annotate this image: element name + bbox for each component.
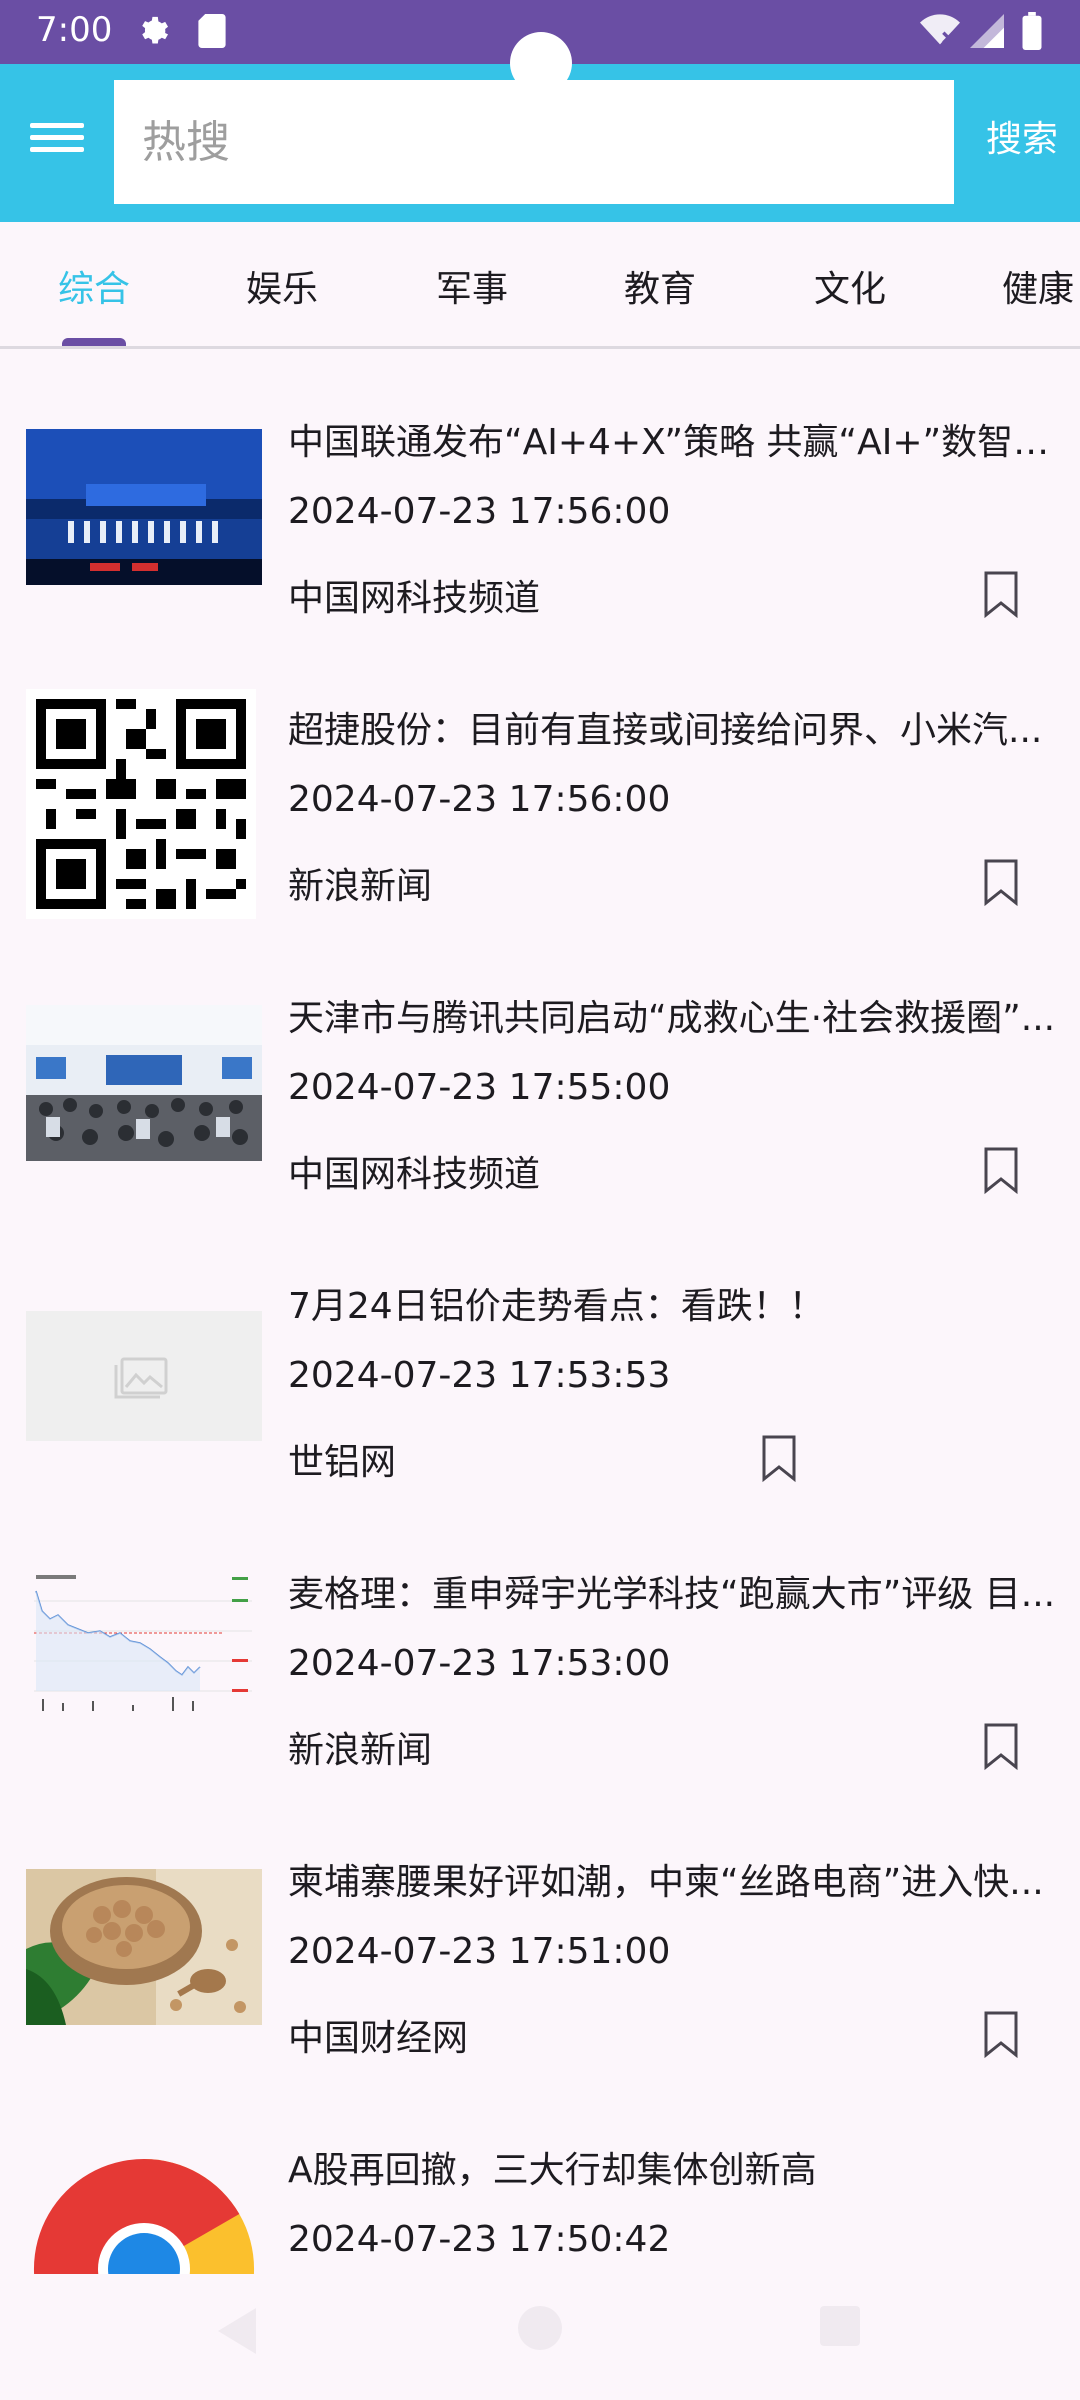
news-item[interactable]: 超捷股份：目前有直接或间接给问界、小米汽... 2024-07-23 17:56… — [0, 637, 1080, 925]
bookmark-icon[interactable] — [982, 1145, 1020, 1195]
news-source: 中国财经网 — [288, 2018, 469, 2059]
news-list: 中国联通发布“AI+4+X”策略 共赢“AI+”数智新... 2024-07-2… — [0, 349, 1080, 2274]
bookmark-icon[interactable] — [982, 569, 1020, 619]
news-item[interactable]: 7月24日铝价走势看点：看跌！！ 2024-07-23 17:53:53 世铝网 — [0, 1213, 1080, 1501]
news-title: A股再回撤，三大行却集体创新高 — [288, 2150, 817, 2191]
chrome-logo-icon — [26, 2147, 262, 2274]
bookmark-icon[interactable] — [982, 1721, 1020, 1771]
news-date: 2024-07-23 17:50:42 — [288, 2219, 671, 2260]
news-date: 2024-07-23 17:56:00 — [288, 779, 671, 820]
news-thumbnail — [26, 1869, 262, 2025]
news-date: 2024-07-23 17:56:00 — [288, 491, 671, 532]
wifi-off-icon — [920, 14, 960, 45]
category-tabs: 综合 娱乐 军事 教育 文化 健康 — [0, 222, 1080, 349]
news-item[interactable]: 中国联通发布“AI+4+X”策略 共赢“AI+”数智新... 2024-07-2… — [0, 349, 1080, 637]
news-thumbnail — [22, 1571, 262, 1719]
bookmark-icon[interactable] — [982, 857, 1020, 907]
tab-health[interactable]: 健康 — [1002, 260, 1074, 312]
news-date: 2024-07-23 17:53:53 — [288, 1355, 671, 1396]
tab-education[interactable]: 教育 — [624, 260, 696, 312]
news-source: 新浪新闻 — [288, 866, 433, 907]
news-source: 新浪新闻 — [288, 1730, 433, 1771]
search-button[interactable]: 搜索 — [972, 104, 1072, 168]
news-item[interactable]: 麦格理：重申舜宇光学科技“跑赢大市”评级 目... 2024-07-23 17:… — [0, 1501, 1080, 1789]
news-title: 中国联通发布“AI+4+X”策略 共赢“AI+”数智新... — [288, 422, 1058, 463]
news-item[interactable]: 天津市与腾讯共同启动“成救心生·社会救援圈”... 2024-07-23 17:… — [0, 925, 1080, 1213]
sd-card-icon — [198, 14, 226, 48]
system-nav-bar — [0, 2274, 1080, 2400]
search-input[interactable] — [114, 80, 954, 204]
recent-apps-icon[interactable] — [820, 2306, 860, 2346]
tab-entertainment[interactable]: 娱乐 — [246, 260, 318, 312]
news-thumbnail — [26, 429, 262, 585]
tab-comprehensive[interactable]: 综合 — [58, 260, 130, 312]
tab-military[interactable]: 军事 — [436, 260, 508, 312]
news-item[interactable]: A股再回撤，三大行却集体创新高 2024-07-23 17:50:42 — [0, 2077, 1080, 2274]
home-icon[interactable] — [518, 2306, 562, 2350]
news-source: 世铝网 — [288, 1442, 397, 1483]
news-title: 超捷股份：目前有直接或间接给问界、小米汽... — [288, 710, 1043, 751]
news-thumbnail — [26, 689, 256, 919]
news-thumbnail — [26, 1005, 262, 1161]
news-item[interactable]: 柬埔寨腰果好评如潮，中柬“丝路电商”进入快... 2024-07-23 17:5… — [0, 1789, 1080, 2077]
camera-cutout — [510, 32, 572, 94]
news-title: 麦格理：重申舜宇光学科技“跑赢大市”评级 目... — [288, 1574, 1056, 1615]
news-date: 2024-07-23 17:55:00 — [288, 1067, 671, 1108]
tab-indicator — [62, 338, 126, 346]
news-title: 柬埔寨腰果好评如潮，中柬“丝路电商”进入快... — [288, 1862, 1044, 1903]
battery-icon — [1022, 12, 1042, 50]
status-time: 7:00 — [36, 10, 113, 50]
back-icon[interactable] — [212, 2304, 262, 2358]
news-date: 2024-07-23 17:51:00 — [288, 1931, 671, 1972]
bookmark-icon[interactable] — [760, 1433, 798, 1483]
menu-icon[interactable] — [30, 116, 84, 170]
news-title: 天津市与腾讯共同启动“成救心生·社会救援圈”... — [288, 998, 1056, 1039]
news-title: 7月24日铝价走势看点：看跌！！ — [288, 1286, 825, 1327]
news-date: 2024-07-23 17:53:00 — [288, 1643, 671, 1684]
settings-gear-icon — [142, 16, 169, 44]
news-thumbnail — [26, 1311, 262, 1441]
news-source: 中国网科技频道 — [288, 1154, 541, 1195]
tab-culture[interactable]: 文化 — [814, 260, 886, 312]
cell-signal-icon — [970, 14, 1004, 48]
bookmark-icon[interactable] — [982, 2009, 1020, 2059]
news-source: 中国网科技频道 — [288, 578, 541, 619]
